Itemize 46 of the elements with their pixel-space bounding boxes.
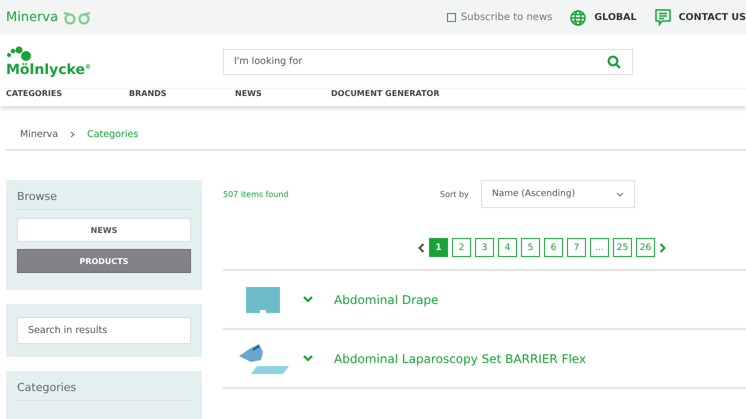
nav-link[interactable]: BRANDS [129, 89, 235, 106]
drape-image [246, 286, 280, 312]
owl-icon [62, 10, 92, 24]
expand-chevron-icon[interactable] [303, 296, 313, 303]
panel-title: Browse [17, 190, 191, 210]
page-button[interactable]: ... [590, 238, 609, 257]
breadcrumb-chevron-icon [70, 130, 76, 138]
expand-chevron-icon[interactable] [303, 355, 313, 362]
logo-dots-icon [6, 46, 32, 62]
product-link[interactable]: Abdominal Drape [334, 292, 438, 306]
chat-icon[interactable] [654, 9, 671, 26]
browse-button[interactable]: PRODUCTS [17, 249, 191, 273]
globe-icon[interactable] [570, 10, 586, 26]
page-button[interactable]: 6 [544, 238, 563, 257]
subscribe-checkbox[interactable] [446, 13, 456, 22]
page-button[interactable]: 25 [613, 238, 632, 257]
logo-text[interactable]: Mölnlycke$^{®}$ [6, 62, 223, 78]
nav-link[interactable]: DOCUMENT GENERATOR [331, 89, 440, 106]
site-name[interactable]: Minerva [6, 10, 58, 25]
page-button[interactable]: 26 [636, 238, 655, 257]
page-button[interactable]: 5 [521, 238, 540, 257]
sort-label: Sort by [440, 190, 470, 198]
browse-button[interactable]: NEWS [17, 218, 191, 242]
breadcrumb-link[interactable]: Minerva [20, 128, 58, 140]
subscribe-label[interactable]: Subscribe to news [460, 12, 552, 23]
chevron-down-icon [616, 192, 624, 196]
panel-title: Categories [17, 381, 191, 401]
nav-link[interactable]: NEWS [235, 89, 331, 106]
contact-link[interactable]: CONTACT US [678, 12, 746, 23]
results-count: 507 items found [223, 190, 290, 198]
breadcrumb-link[interactable]: Categories [87, 128, 138, 140]
page-button[interactable]: 1 [429, 238, 448, 257]
next-page-icon[interactable] [659, 242, 666, 252]
product-link[interactable]: Abdominal Laparoscopy Set BARRIER Flex [334, 352, 586, 366]
page-button[interactable]: 4 [498, 238, 517, 257]
page-button[interactable]: 2 [452, 238, 471, 257]
region-link[interactable]: GLOBAL [594, 12, 637, 23]
search-results-field[interactable]: Search in results [17, 317, 191, 344]
surgical-set-drawing [237, 342, 289, 376]
page-button[interactable]: 3 [475, 238, 494, 257]
search-field[interactable]: I'm looking for [223, 48, 633, 74]
page-button[interactable]: 7 [567, 238, 586, 257]
sort-dropdown[interactable]: Name (Ascending) [481, 180, 635, 208]
previous-page-icon[interactable] [418, 242, 425, 252]
nav-link[interactable]: CATEGORIES [6, 89, 129, 106]
search-icon[interactable] [607, 54, 621, 68]
